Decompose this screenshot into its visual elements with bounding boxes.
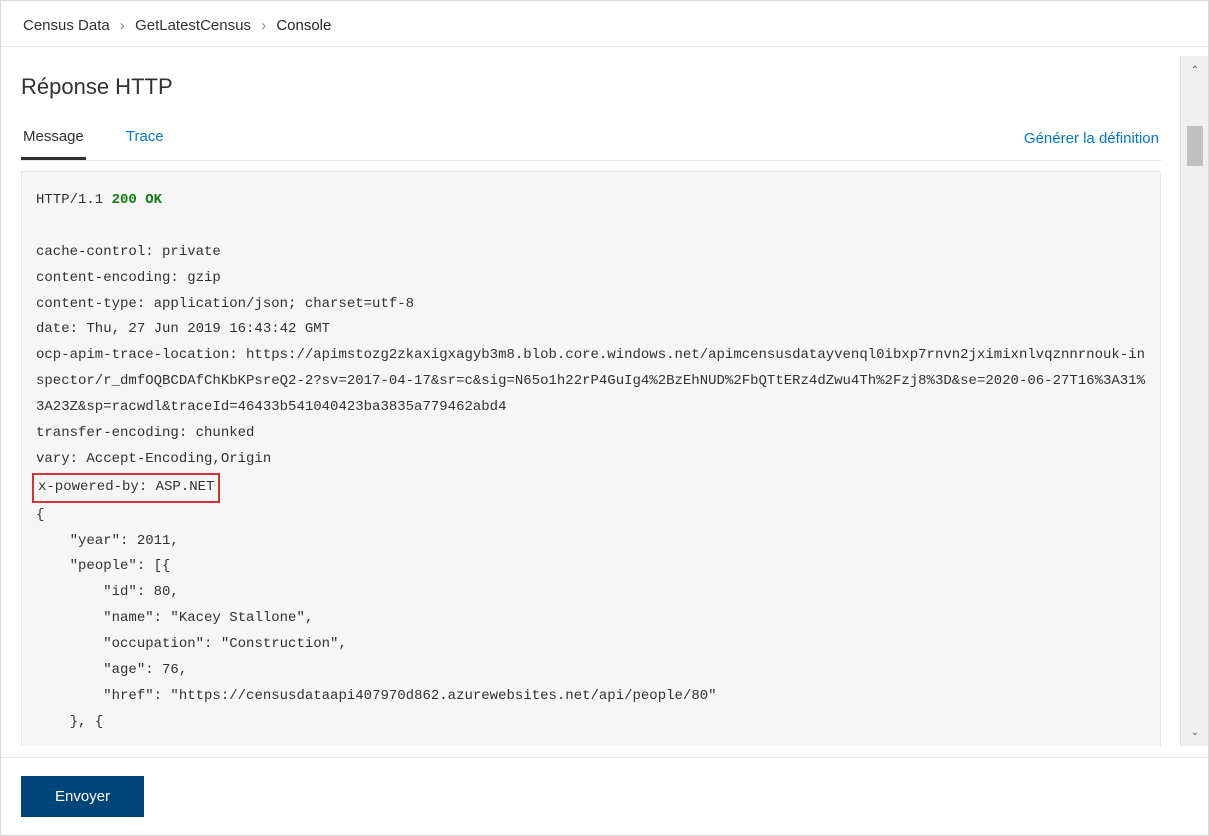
scroll-up-icon[interactable]: ⌃ [1181,56,1209,84]
chevron-right-icon: › [261,17,266,34]
body-line: "name": "Kacey Stallone", [36,606,1146,632]
breadcrumb-item-census-data[interactable]: Census Data [23,17,110,34]
send-button[interactable]: Envoyer [21,776,144,817]
body-line: "href": "https://censusdataapi407970d862… [36,684,1146,710]
body-line: { [36,503,1146,529]
app-frame: Census Data › GetLatestCensus › Console … [0,0,1209,836]
http-response-body: HTTP/1.1 200 OK cache-control: privateco… [21,171,1161,746]
page-title: Réponse HTTP [21,74,1161,100]
body-line: }, { [36,710,1146,736]
header-content-type: content-type: application/json; charset=… [36,292,1146,318]
header-cache-control: cache-control: private [36,240,1146,266]
scroll-down-icon[interactable]: ⌄ [1181,718,1209,746]
scroll-thumb[interactable] [1187,126,1203,166]
body-line: "occupation": "Construction", [36,632,1146,658]
body-line: "people": [{ [36,554,1146,580]
response-status: 200 OK [112,192,162,208]
header-content-encoding: content-encoding: gzip [36,266,1146,292]
breadcrumb: Census Data › GetLatestCensus › Console [1,1,1208,47]
chevron-right-icon: › [120,17,125,34]
tab-message[interactable]: Message [21,118,86,160]
footer-bar: Envoyer [1,757,1208,835]
header-ocp-apim-trace: ocp-apim-trace-location: https://apimsto… [36,343,1146,421]
generate-definition-link[interactable]: Générer la définition [1022,120,1161,159]
tabs-row: Message Trace Générer la définition [21,118,1161,161]
header-vary: vary: Accept-Encoding,Origin [36,447,1146,473]
header-x-powered-by-highlighted: x-powered-by: ASP.NET [32,473,220,503]
vertical-scrollbar[interactable]: ⌃ ⌄ [1180,56,1208,746]
breadcrumb-item-console: Console [276,17,331,34]
breadcrumb-item-getlatestcensus[interactable]: GetLatestCensus [135,17,251,34]
body-line: "id": 80, [36,580,1146,606]
body-line: "year": 2011, [36,529,1146,555]
tab-trace[interactable]: Trace [124,118,166,160]
tabs-group: Message Trace [21,118,166,160]
header-transfer-encoding: transfer-encoding: chunked [36,421,1146,447]
response-protocol: HTTP/1.1 [36,192,103,208]
content-area: Réponse HTTP Message Trace Générer la dé… [1,56,1181,746]
body-line: "age": 76, [36,658,1146,684]
header-date: date: Thu, 27 Jun 2019 16:43:42 GMT [36,317,1146,343]
